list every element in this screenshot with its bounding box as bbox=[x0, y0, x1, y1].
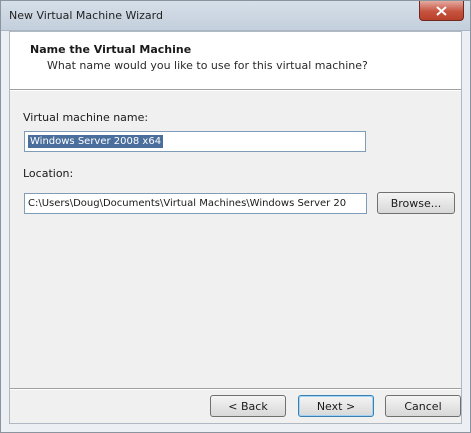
location-input[interactable]: C:\Users\Doug\Documents\Virtual Machines… bbox=[24, 193, 367, 214]
footer-divider-highlight bbox=[10, 389, 461, 390]
close-button[interactable] bbox=[419, 1, 464, 21]
page-subtitle: What name would you like to use for this… bbox=[47, 59, 368, 72]
wizard-window: New Virtual Machine Wizard Name the Virt… bbox=[0, 0, 471, 433]
vm-name-label: Virtual machine name: bbox=[23, 111, 149, 124]
page-title: Name the Virtual Machine bbox=[30, 43, 192, 56]
wizard-body: Name the Virtual Machine What name would… bbox=[9, 31, 462, 424]
vm-name-input[interactable]: Windows Server 2008 x64 bbox=[24, 131, 366, 152]
header-divider bbox=[10, 90, 461, 91]
title-bar[interactable]: New Virtual Machine Wizard bbox=[1, 1, 470, 31]
location-value: C:\Users\Doug\Documents\Virtual Machines… bbox=[28, 198, 347, 209]
location-label: Location: bbox=[23, 167, 74, 180]
next-button[interactable]: Next > bbox=[298, 395, 374, 417]
vm-name-value: Windows Server 2008 x64 bbox=[28, 135, 164, 148]
browse-button[interactable]: Browse... bbox=[377, 192, 455, 214]
wizard-header: Name the Virtual Machine What name would… bbox=[10, 32, 461, 90]
back-button[interactable]: < Back bbox=[210, 395, 286, 417]
cancel-button[interactable]: Cancel bbox=[385, 395, 461, 417]
close-icon bbox=[436, 5, 447, 16]
window-title: New Virtual Machine Wizard bbox=[9, 9, 163, 22]
